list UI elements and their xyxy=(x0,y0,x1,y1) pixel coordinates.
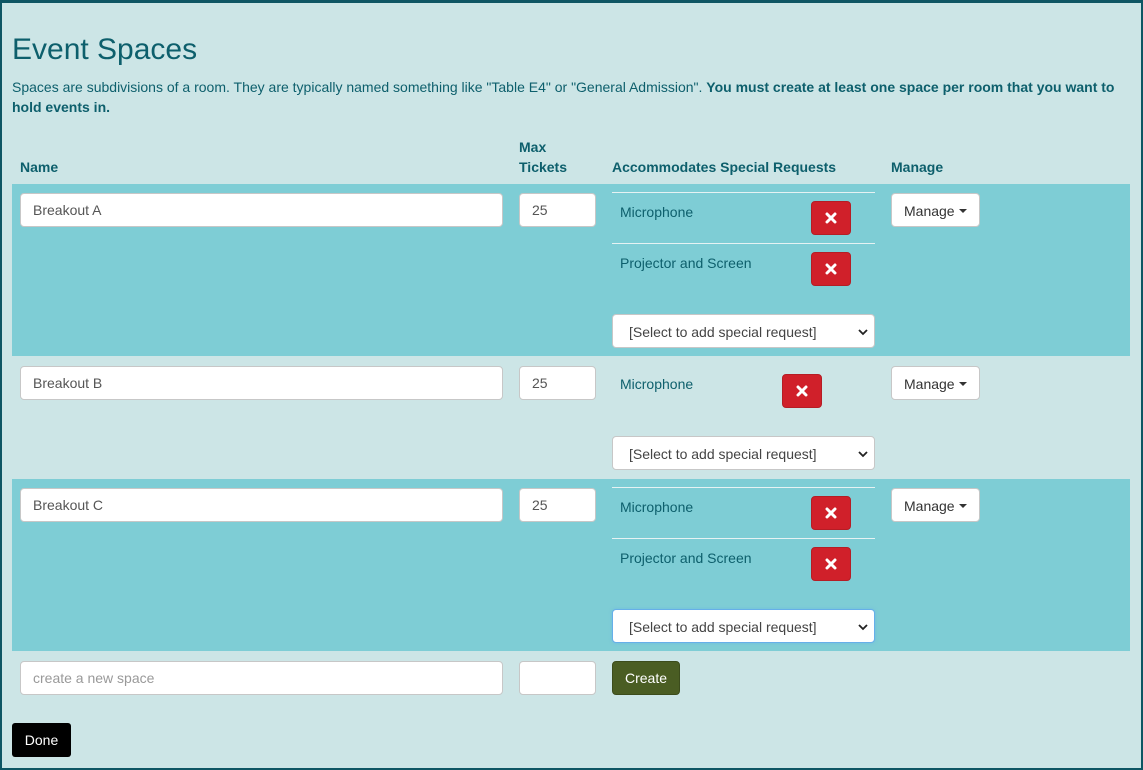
page-description: Spaces are subdivisions of a room. They … xyxy=(12,77,1122,117)
add-special-request-select[interactable]: [Select to add special request] xyxy=(612,436,875,470)
table-row: Microphone Projector and Screen [Select … xyxy=(12,184,1130,356)
description-text: Spaces are subdivisions of a room. They … xyxy=(12,79,707,95)
manage-button-label: Manage xyxy=(904,203,955,219)
select-value: [Select to add special request] xyxy=(629,619,817,635)
select-value: [Select to add special request] xyxy=(629,324,817,340)
space-name-input[interactable] xyxy=(20,193,503,227)
manage-button-label: Manage xyxy=(904,498,955,514)
remove-request-button[interactable] xyxy=(782,374,822,408)
table-row: Microphone Projector and Screen [Select … xyxy=(12,479,1130,651)
close-icon xyxy=(825,558,837,570)
special-request-label: Microphone xyxy=(620,376,694,392)
event-spaces-panel: Event Spaces Spaces are subdivisions of … xyxy=(0,0,1143,770)
column-header-name: Name xyxy=(20,159,59,175)
close-icon xyxy=(825,507,837,519)
add-special-request-select[interactable]: [Select to add special request] xyxy=(612,609,875,643)
max-tickets-input[interactable] xyxy=(519,193,596,227)
caret-down-icon xyxy=(959,504,967,508)
close-icon xyxy=(796,385,808,397)
special-request-label: Microphone xyxy=(620,499,694,515)
remove-request-button[interactable] xyxy=(811,252,851,286)
manage-dropdown-button[interactable]: Manage xyxy=(891,488,980,522)
add-special-request-select[interactable]: [Select to add special request] xyxy=(612,314,875,348)
chevron-down-icon xyxy=(858,329,868,336)
special-request-label: Projector and Screen xyxy=(620,255,752,271)
remove-request-button[interactable] xyxy=(811,547,851,581)
table-row: Microphone [Select to add special reques… xyxy=(12,356,1130,479)
remove-request-button[interactable] xyxy=(811,496,851,530)
manage-dropdown-button[interactable]: Manage xyxy=(891,366,980,400)
remove-request-button[interactable] xyxy=(811,201,851,235)
divider xyxy=(612,538,875,539)
new-space-max-tickets-input[interactable] xyxy=(519,661,596,695)
chevron-down-icon xyxy=(858,451,868,458)
manage-dropdown-button[interactable]: Manage xyxy=(891,193,980,227)
max-tickets-input[interactable] xyxy=(519,488,596,522)
divider xyxy=(612,487,875,488)
close-icon xyxy=(825,212,837,224)
special-request-label: Projector and Screen xyxy=(620,550,752,566)
divider xyxy=(612,192,875,193)
create-space-button[interactable]: Create xyxy=(612,661,680,695)
space-name-input[interactable] xyxy=(20,366,503,400)
caret-down-icon xyxy=(959,209,967,213)
special-request-label: Microphone xyxy=(620,204,694,220)
column-header-max-tickets-line2: Tickets xyxy=(519,159,567,175)
manage-button-label: Manage xyxy=(904,376,955,392)
new-space-name-input[interactable] xyxy=(20,661,503,695)
max-tickets-input[interactable] xyxy=(519,366,596,400)
divider xyxy=(612,243,875,244)
select-value: [Select to add special request] xyxy=(629,446,817,462)
space-name-input[interactable] xyxy=(20,488,503,522)
close-icon xyxy=(825,263,837,275)
column-header-manage: Manage xyxy=(891,159,944,175)
done-button[interactable]: Done xyxy=(12,723,71,757)
page-title: Event Spaces xyxy=(12,33,198,66)
chevron-down-icon xyxy=(858,624,868,631)
column-header-max-tickets: Max Tickets xyxy=(519,137,567,177)
column-header-max-tickets-line1: Max xyxy=(519,139,547,155)
caret-down-icon xyxy=(959,382,967,386)
column-header-special-requests: Accommodates Special Requests xyxy=(612,159,837,175)
